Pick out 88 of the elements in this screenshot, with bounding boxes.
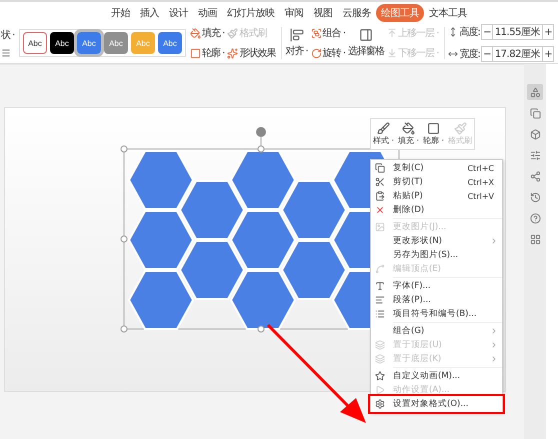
menu-icon[interactable] — [1, 48, 11, 58]
menu-item[interactable]: 字体(F)... — [371, 279, 502, 293]
style-swatch[interactable]: Abc — [23, 32, 47, 54]
scissors-icon — [375, 177, 385, 187]
square-icon — [190, 48, 201, 58]
menu-item[interactable]: 自定义动画(M)... — [371, 369, 502, 383]
rotate-icon — [310, 48, 322, 58]
layers-icon — [375, 340, 385, 350]
ribbon-button[interactable]: 填充 · — [190, 26, 224, 40]
size-label: 高度: — [459, 26, 480, 39]
brush-icon — [377, 122, 390, 135]
group-icon — [310, 28, 322, 38]
ribbon-tab[interactable]: 插入 — [135, 4, 164, 22]
selection-pane-button[interactable]: 选择窗格 — [348, 28, 384, 58]
sparkles-icon — [227, 48, 238, 58]
paintbrush-icon — [227, 28, 238, 38]
list-icon — [375, 309, 385, 319]
menu-item[interactable]: 组合(G) — [371, 324, 502, 338]
ribbon-tab[interactable]: 审阅 — [280, 4, 308, 22]
resize-handle[interactable] — [120, 326, 128, 332]
layers-icon — [375, 354, 385, 364]
hexagon — [230, 150, 296, 210]
size-icon — [448, 49, 458, 59]
shapes-icon[interactable] — [527, 84, 543, 100]
hexagon — [230, 270, 296, 330]
size-label: 宽度: — [459, 48, 480, 61]
curve-icon — [375, 264, 385, 274]
square-icon — [427, 122, 440, 135]
menu-item[interactable]: 项目符号和编号(B)... — [371, 307, 502, 321]
rotate-handle[interactable] — [256, 127, 266, 137]
align-icon — [290, 28, 304, 42]
ribbon-button[interactable]: 组合 · — [310, 26, 346, 40]
style-swatch[interactable]: Abc — [158, 32, 182, 54]
menu-item[interactable]: 段落(P)... — [371, 293, 502, 307]
style-swatch[interactable]: Abc — [77, 32, 101, 54]
ribbon-button[interactable]: 旋转 · — [310, 46, 346, 60]
resize-handle[interactable] — [258, 326, 264, 332]
hexagon — [128, 150, 194, 210]
settings-icon — [375, 399, 385, 409]
ribbon-tab[interactable]: 开始 — [106, 4, 135, 22]
ribbon-tab[interactable]: 视图 — [308, 4, 338, 22]
hexagon — [178, 240, 246, 300]
paint-bucket-icon — [190, 28, 201, 38]
paint-bucket-icon — [402, 122, 416, 135]
ribbon-button[interactable]: 形状效果 — [227, 46, 276, 60]
paste-icon — [375, 191, 385, 201]
size-spinner[interactable]: − 11.55厘米 + — [480, 24, 554, 40]
arrow-down-icon — [387, 48, 398, 58]
align-button[interactable]: 对齐 · — [285, 28, 308, 58]
paintbrush-icon — [454, 122, 466, 135]
close-icon — [375, 205, 385, 215]
ribbon-tab[interactable]: 文本工具 — [424, 4, 472, 22]
menu-item[interactable]: 复制(C) Ctrl+C — [371, 161, 502, 175]
resize-handle[interactable] — [120, 236, 128, 242]
toolbar-button[interactable]: 填充 · — [398, 122, 420, 146]
copy-icon — [375, 163, 385, 173]
hexagon — [230, 210, 296, 270]
resize-handle[interactable] — [120, 146, 128, 152]
ribbon-tab[interactable]: 设计 — [164, 4, 193, 22]
menu-item[interactable]: 剪切(T) Ctrl+X — [371, 175, 502, 189]
size-spinner[interactable]: − 17.82厘米 + — [480, 46, 554, 62]
arrow-up-icon — [387, 28, 398, 38]
ribbon-button[interactable]: 轮廓 · — [190, 46, 224, 60]
menu-item[interactable]: 删除(D) — [371, 203, 502, 217]
ribbon-tab[interactable]: 云服务 — [338, 4, 376, 22]
star-icon — [375, 371, 385, 381]
menu-item[interactable]: 更改形状(N) — [371, 234, 502, 248]
chevron-icon — [490, 237, 498, 245]
hexagon — [128, 270, 194, 330]
hexagon — [128, 210, 194, 270]
hexagon — [280, 180, 348, 240]
ribbon-tab[interactable]: 动画 — [193, 4, 222, 22]
hexagon — [178, 180, 246, 240]
ribbon-tab[interactable]: 幻灯片放映 — [222, 4, 280, 22]
ribbon-label[interactable]: 状 · — [1, 28, 19, 42]
letter-icon — [375, 281, 385, 291]
hexagon — [280, 240, 348, 300]
paragraph-icon — [375, 295, 385, 305]
menu-item[interactable]: 粘贴(P) Ctrl+V — [371, 189, 502, 203]
play-icon — [375, 385, 385, 395]
menu-item[interactable]: 设置对象格式(O)... — [371, 397, 502, 411]
resize-handle[interactable] — [258, 146, 264, 152]
menu-item[interactable]: 另存为图片(S)... — [371, 248, 502, 262]
toolbar-button[interactable]: 轮廓 · — [422, 122, 444, 146]
toolbar-button[interactable]: 样式 · — [372, 122, 394, 146]
picture-icon — [375, 222, 385, 232]
panel-icon — [359, 28, 374, 42]
style-swatch[interactable]: Abc — [50, 32, 74, 54]
